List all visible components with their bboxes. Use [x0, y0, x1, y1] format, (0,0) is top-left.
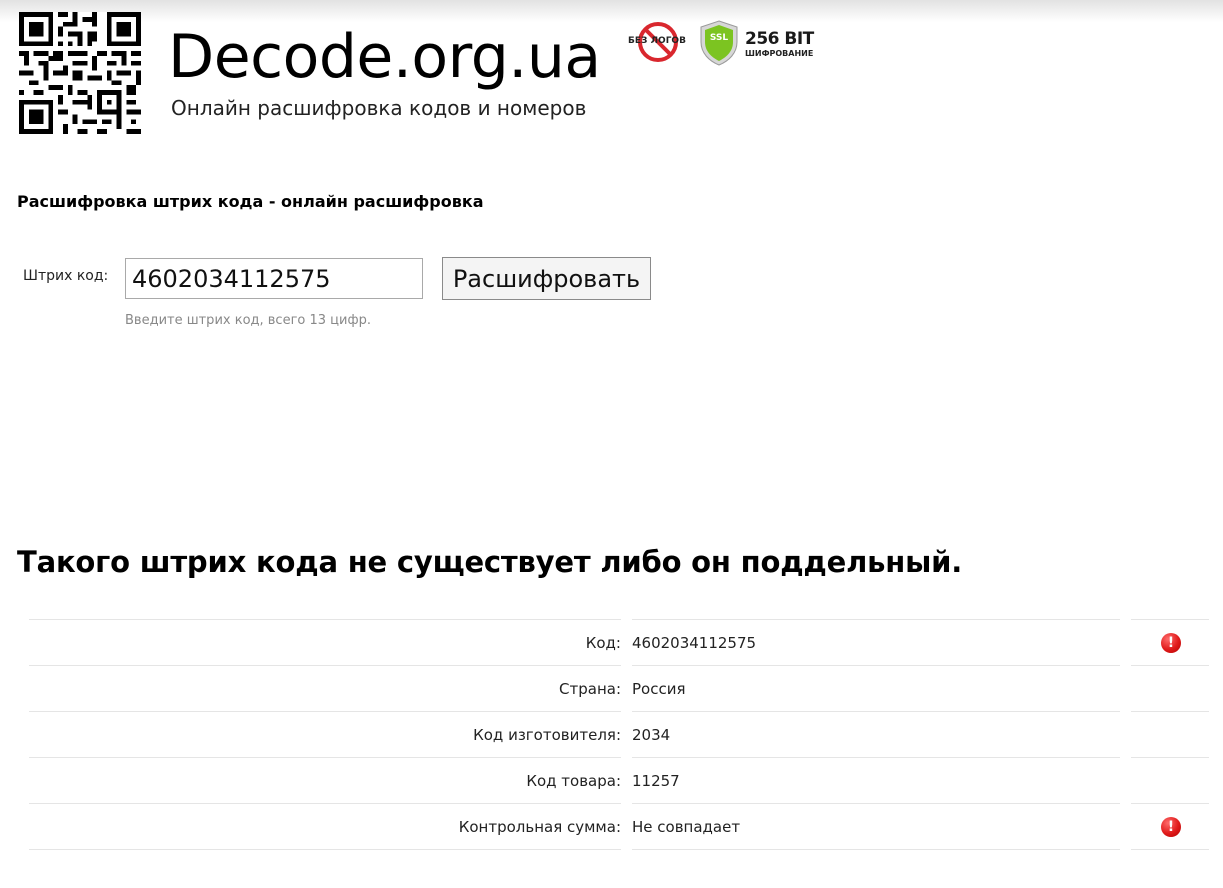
- table-row-code: Код: 4602034112575 !: [29, 619, 1209, 665]
- row-value: Россия: [632, 665, 1120, 711]
- barcode-hint: Введите штрих код, всего 13 цифр.: [125, 313, 371, 328]
- no-logs-badge: БЕЗ ЛОГОВ: [626, 20, 688, 66]
- table-row-checksum: Контрольная сумма: Не совпадает !: [29, 803, 1209, 850]
- site-header: Decode.org.ua Онлайн расшифровка кодов и…: [0, 0, 1223, 150]
- ssl-caption: ШИФРОВАНИЕ: [745, 49, 814, 58]
- result-heading: Такого штрих кода не существует либо он …: [17, 545, 963, 579]
- qr-code-icon: [19, 12, 141, 134]
- site-subtitle: Онлайн расшифровка кодов и номеров: [171, 96, 587, 120]
- error-icon: !: [1161, 632, 1181, 653]
- row-value: Не совпадает: [632, 803, 1120, 850]
- row-value: 11257: [632, 757, 1120, 803]
- result-table: Код: 4602034112575 ! Страна: Россия Код …: [29, 619, 1209, 850]
- barcode-label: Штрих код:: [23, 268, 109, 284]
- row-label: Код:: [29, 619, 621, 665]
- ssl-bits: 256 BIT: [745, 29, 814, 49]
- site-title[interactable]: Decode.org.ua: [168, 20, 601, 94]
- row-label: Страна:: [29, 665, 621, 711]
- ssl-badge: SSL 256 BIT ШИФРОВАНИЕ: [698, 20, 822, 68]
- table-row-country: Страна: Россия: [29, 665, 1209, 711]
- table-row-product: Код товара: 11257: [29, 757, 1209, 803]
- ssl-shield-label: SSL: [709, 33, 729, 43]
- ssl-shield-icon: [700, 20, 738, 66]
- barcode-input[interactable]: [125, 258, 423, 299]
- page-heading: Расшифровка штрих кода - онлайн расшифро…: [17, 192, 484, 211]
- row-value: 4602034112575: [632, 619, 1120, 665]
- row-label: Контрольная сумма:: [29, 803, 621, 850]
- row-label: Код товара:: [29, 757, 621, 803]
- error-icon: !: [1161, 816, 1181, 837]
- table-row-manufacturer: Код изготовителя: 2034: [29, 711, 1209, 757]
- row-label: Код изготовителя:: [29, 711, 621, 757]
- row-value: 2034: [632, 711, 1120, 757]
- no-logs-label: БЕЗ ЛОГОВ: [628, 36, 686, 46]
- decode-button[interactable]: Расшифровать: [442, 257, 651, 300]
